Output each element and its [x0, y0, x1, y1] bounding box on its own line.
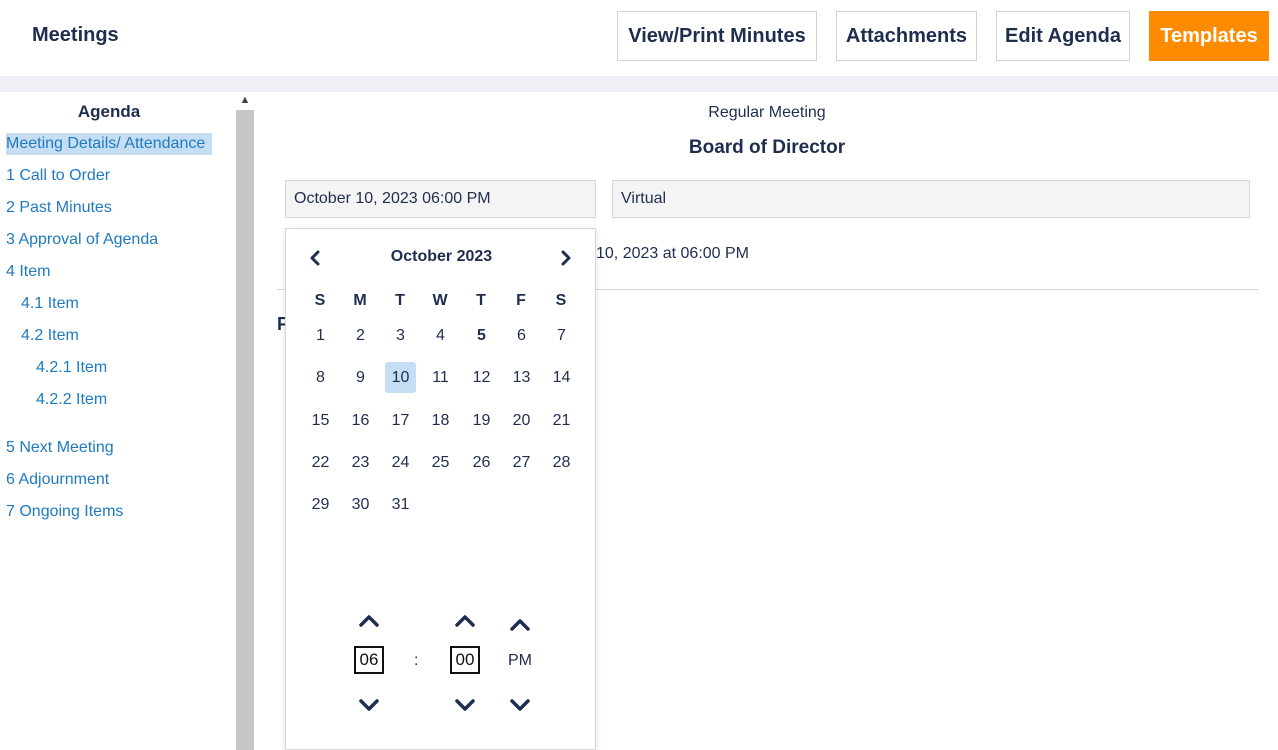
calendar-day[interactable]: 30 [345, 489, 376, 520]
calendar-day[interactable]: 9 [345, 362, 376, 393]
view-print-minutes-button[interactable]: View/Print Minutes [617, 11, 817, 61]
sidebar-item-adjournment[interactable]: 6 Adjournment [6, 469, 109, 491]
calendar-day[interactable]: 2 [345, 320, 376, 351]
header-divider-band [0, 76, 1278, 92]
weekday-header: W [432, 292, 448, 309]
board-name-heading: Board of Director [688, 137, 846, 158]
calendar-day[interactable]: 16 [345, 405, 376, 436]
edit-agenda-button[interactable]: Edit Agenda [996, 11, 1130, 61]
sidebar-item-past-minutes[interactable]: 2 Past Minutes [6, 197, 112, 219]
sidebar-item-meeting-details[interactable]: Meeting Details/ Attendance [6, 133, 212, 155]
sidebar-item-4-item[interactable]: 4 Item [6, 261, 50, 283]
weekday-header: T [476, 292, 486, 309]
calendar-day[interactable]: 3 [385, 320, 416, 351]
sidebar-item-4-2-item[interactable]: 4.2 Item [21, 325, 79, 347]
top-header: Meetings View/Print Minutes Attachments … [0, 0, 1278, 76]
calendar-day[interactable]: 1 [305, 320, 336, 351]
weekday-header: S [314, 292, 326, 309]
time-separator: : [414, 652, 419, 669]
calendar-day-selected[interactable]: 10 [385, 362, 416, 393]
meeting-date-field[interactable]: October 10, 2023 06:00 PM [285, 180, 596, 218]
calendar-day[interactable]: 5 [466, 320, 497, 351]
calendar-day[interactable]: 28 [546, 447, 577, 478]
calendar-day[interactable]: 14 [546, 362, 577, 393]
meeting-location-field[interactable]: Virtual [612, 180, 1250, 218]
page-title: Meetings [32, 24, 119, 46]
agenda-sidebar: Agenda [0, 92, 236, 750]
ampm-up-chevron-icon[interactable] [507, 615, 533, 635]
calendar-day[interactable]: 18 [425, 405, 456, 436]
ampm-label[interactable]: PM [508, 652, 532, 670]
agenda-title: Agenda [77, 102, 141, 121]
sidebar-item-4-2-2-item[interactable]: 4.2.2 Item [36, 389, 107, 411]
sidebar-item-4-1-item[interactable]: 4.1 Item [21, 293, 79, 315]
datetime-picker-popup: October 2023 SMTWTFS 1 2 3 4 5 6 7 8 9 10 11 12 13 14… [285, 228, 596, 750]
calendar-day[interactable]: 21 [546, 405, 577, 436]
calendar-day[interactable]: 12 [466, 362, 497, 393]
calendar-day[interactable]: 22 [305, 447, 336, 478]
minute-input[interactable]: 00 [450, 646, 480, 674]
meeting-type-label: Regular Meeting [708, 104, 826, 121]
next-month-chevron-icon[interactable] [555, 247, 577, 269]
calendar-day[interactable]: 27 [506, 447, 537, 478]
sidebar-item-approval-of-agenda[interactable]: 3 Approval of Agenda [6, 229, 158, 251]
calendar-day[interactable]: 6 [506, 320, 537, 351]
weekday-header: F [516, 292, 526, 309]
templates-button[interactable]: Templates [1149, 11, 1269, 61]
minute-down-chevron-icon[interactable] [452, 695, 478, 715]
calendar-day[interactable]: 8 [305, 362, 336, 393]
weekday-header: M [353, 292, 367, 309]
calendar-day[interactable]: 20 [506, 405, 537, 436]
calendar-day[interactable]: 7 [546, 320, 577, 351]
ampm-down-chevron-icon[interactable] [507, 695, 533, 715]
scroll-up-arrow-icon[interactable]: ▲ [238, 92, 252, 108]
weekday-header: S [555, 292, 567, 309]
meeting-datetime-text: 10, 2023 at 06:00 PM [596, 245, 749, 262]
calendar-day[interactable]: 31 [385, 489, 416, 520]
sidebar-item-next-meeting[interactable]: 5 Next Meeting [6, 437, 114, 459]
hour-input[interactable]: 06 [354, 646, 384, 674]
calendar-day[interactable]: 11 [425, 362, 456, 393]
calendar-day[interactable]: 29 [305, 489, 336, 520]
calendar-day[interactable]: 4 [425, 320, 456, 351]
calendar-day[interactable]: 23 [345, 447, 376, 478]
calendar-day[interactable]: 17 [385, 405, 416, 436]
calendar-day[interactable]: 25 [425, 447, 456, 478]
hour-down-chevron-icon[interactable] [356, 695, 382, 715]
sidebar-item-ongoing-items[interactable]: 7 Ongoing Items [6, 501, 123, 523]
minute-up-chevron-icon[interactable] [452, 611, 478, 631]
sidebar-item-call-to-order[interactable]: 1 Call to Order [6, 165, 110, 187]
attachments-button[interactable]: Attachments [836, 11, 977, 61]
calendar-day[interactable]: 24 [385, 447, 416, 478]
calendar-day[interactable]: 19 [466, 405, 497, 436]
sidebar-scrollbar-thumb[interactable] [236, 110, 254, 750]
weekday-header: T [395, 292, 405, 309]
calendar-day[interactable]: 13 [506, 362, 537, 393]
hour-up-chevron-icon[interactable] [356, 611, 382, 631]
calendar-day[interactable]: 15 [305, 405, 336, 436]
sidebar-item-4-2-1-item[interactable]: 4.2.1 Item [36, 357, 107, 379]
calendar-day[interactable]: 26 [466, 447, 497, 478]
month-year-label: October 2023 [390, 248, 493, 265]
